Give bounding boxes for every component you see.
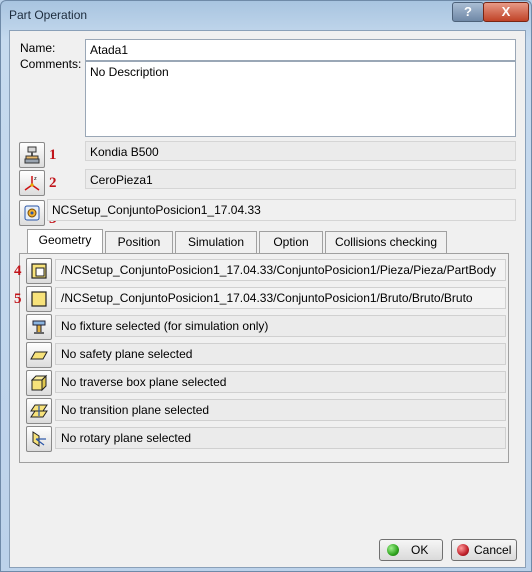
part-operation-dialog: Part Operation ? X Name: Atada1 Comments… [0,0,532,572]
machine-button[interactable] [19,142,45,168]
stock-button[interactable] [26,286,52,312]
safety-plane-icon [30,351,48,360]
fixture-button[interactable] [26,314,52,340]
traverse-box-icon [30,374,48,392]
rotary-plane-icon [32,431,46,447]
axis-system-icon: z [24,176,40,191]
close-button[interactable]: X [483,2,529,22]
name-label: Name: [20,41,56,55]
ok-label: OK [411,543,429,557]
traverse-box-field: No traverse box plane selected [55,371,506,393]
marker-1: 1 [49,147,57,163]
marker-5: 5 [14,291,22,307]
name-input[interactable]: Atada1 [85,39,516,61]
comments-label: Comments: [20,57,82,71]
cancel-button[interactable]: Cancel [451,539,517,561]
tab-strip: Geometry Position Simulation Option Coll… [27,229,507,253]
ok-icon [387,544,399,556]
transition-plane-button[interactable] [26,398,52,424]
tab-collisions-checking[interactable]: Collisions checking [325,231,447,253]
transition-plane-field: No transition plane selected [55,399,506,421]
ok-button[interactable]: OK [379,539,443,561]
design-part-field: /NCSetup_ConjuntoPosicion1_17.04.33/Conj… [55,259,506,281]
window-title: Part Operation [9,8,88,22]
geometry-tab-panel: 4 /NCSetup_ConjuntoPosicion1_17.04.33/Co… [14,253,509,463]
safety-plane-button[interactable] [26,342,52,368]
fixture-icon [32,320,46,334]
tab-geometry[interactable]: Geometry [27,229,103,253]
marker-2: 2 [49,175,57,191]
cancel-icon [457,544,469,556]
title-bar[interactable]: Part Operation ? X [1,1,531,29]
tab-option[interactable]: Option [259,231,323,253]
machine-field: Kondia B500 [85,141,516,161]
reference-button[interactable]: z [19,170,45,196]
tab-position[interactable]: Position [105,231,173,253]
help-button[interactable]: ? [452,2,484,22]
rotary-plane-field: No rotary plane selected [55,427,506,449]
traverse-box-button[interactable] [26,370,52,396]
reference-field: CeroPieza1 [85,169,516,189]
tab-simulation[interactable]: Simulation [175,231,257,253]
design-part-button[interactable] [26,258,52,284]
stock-field: /NCSetup_ConjuntoPosicion1_17.04.33/Conj… [55,287,506,309]
stock-icon [31,291,47,307]
safety-plane-field: No safety plane selected [55,343,506,365]
setup-field: NCSetup_ConjuntoPosicion1_17.04.33 [47,199,516,221]
fixture-field: No fixture selected (for simulation only… [55,315,506,337]
product-setup-icon [24,205,40,221]
rotary-plane-button[interactable] [26,426,52,452]
machine-icon [24,146,40,164]
marker-4: 4 [14,263,22,279]
setup-button[interactable] [19,200,45,226]
svg-text:z: z [34,176,37,182]
cancel-label: Cancel [474,543,512,557]
comments-textarea[interactable]: No Description [85,61,516,137]
transition-plane-icon [30,404,48,418]
design-part-icon [31,263,47,279]
